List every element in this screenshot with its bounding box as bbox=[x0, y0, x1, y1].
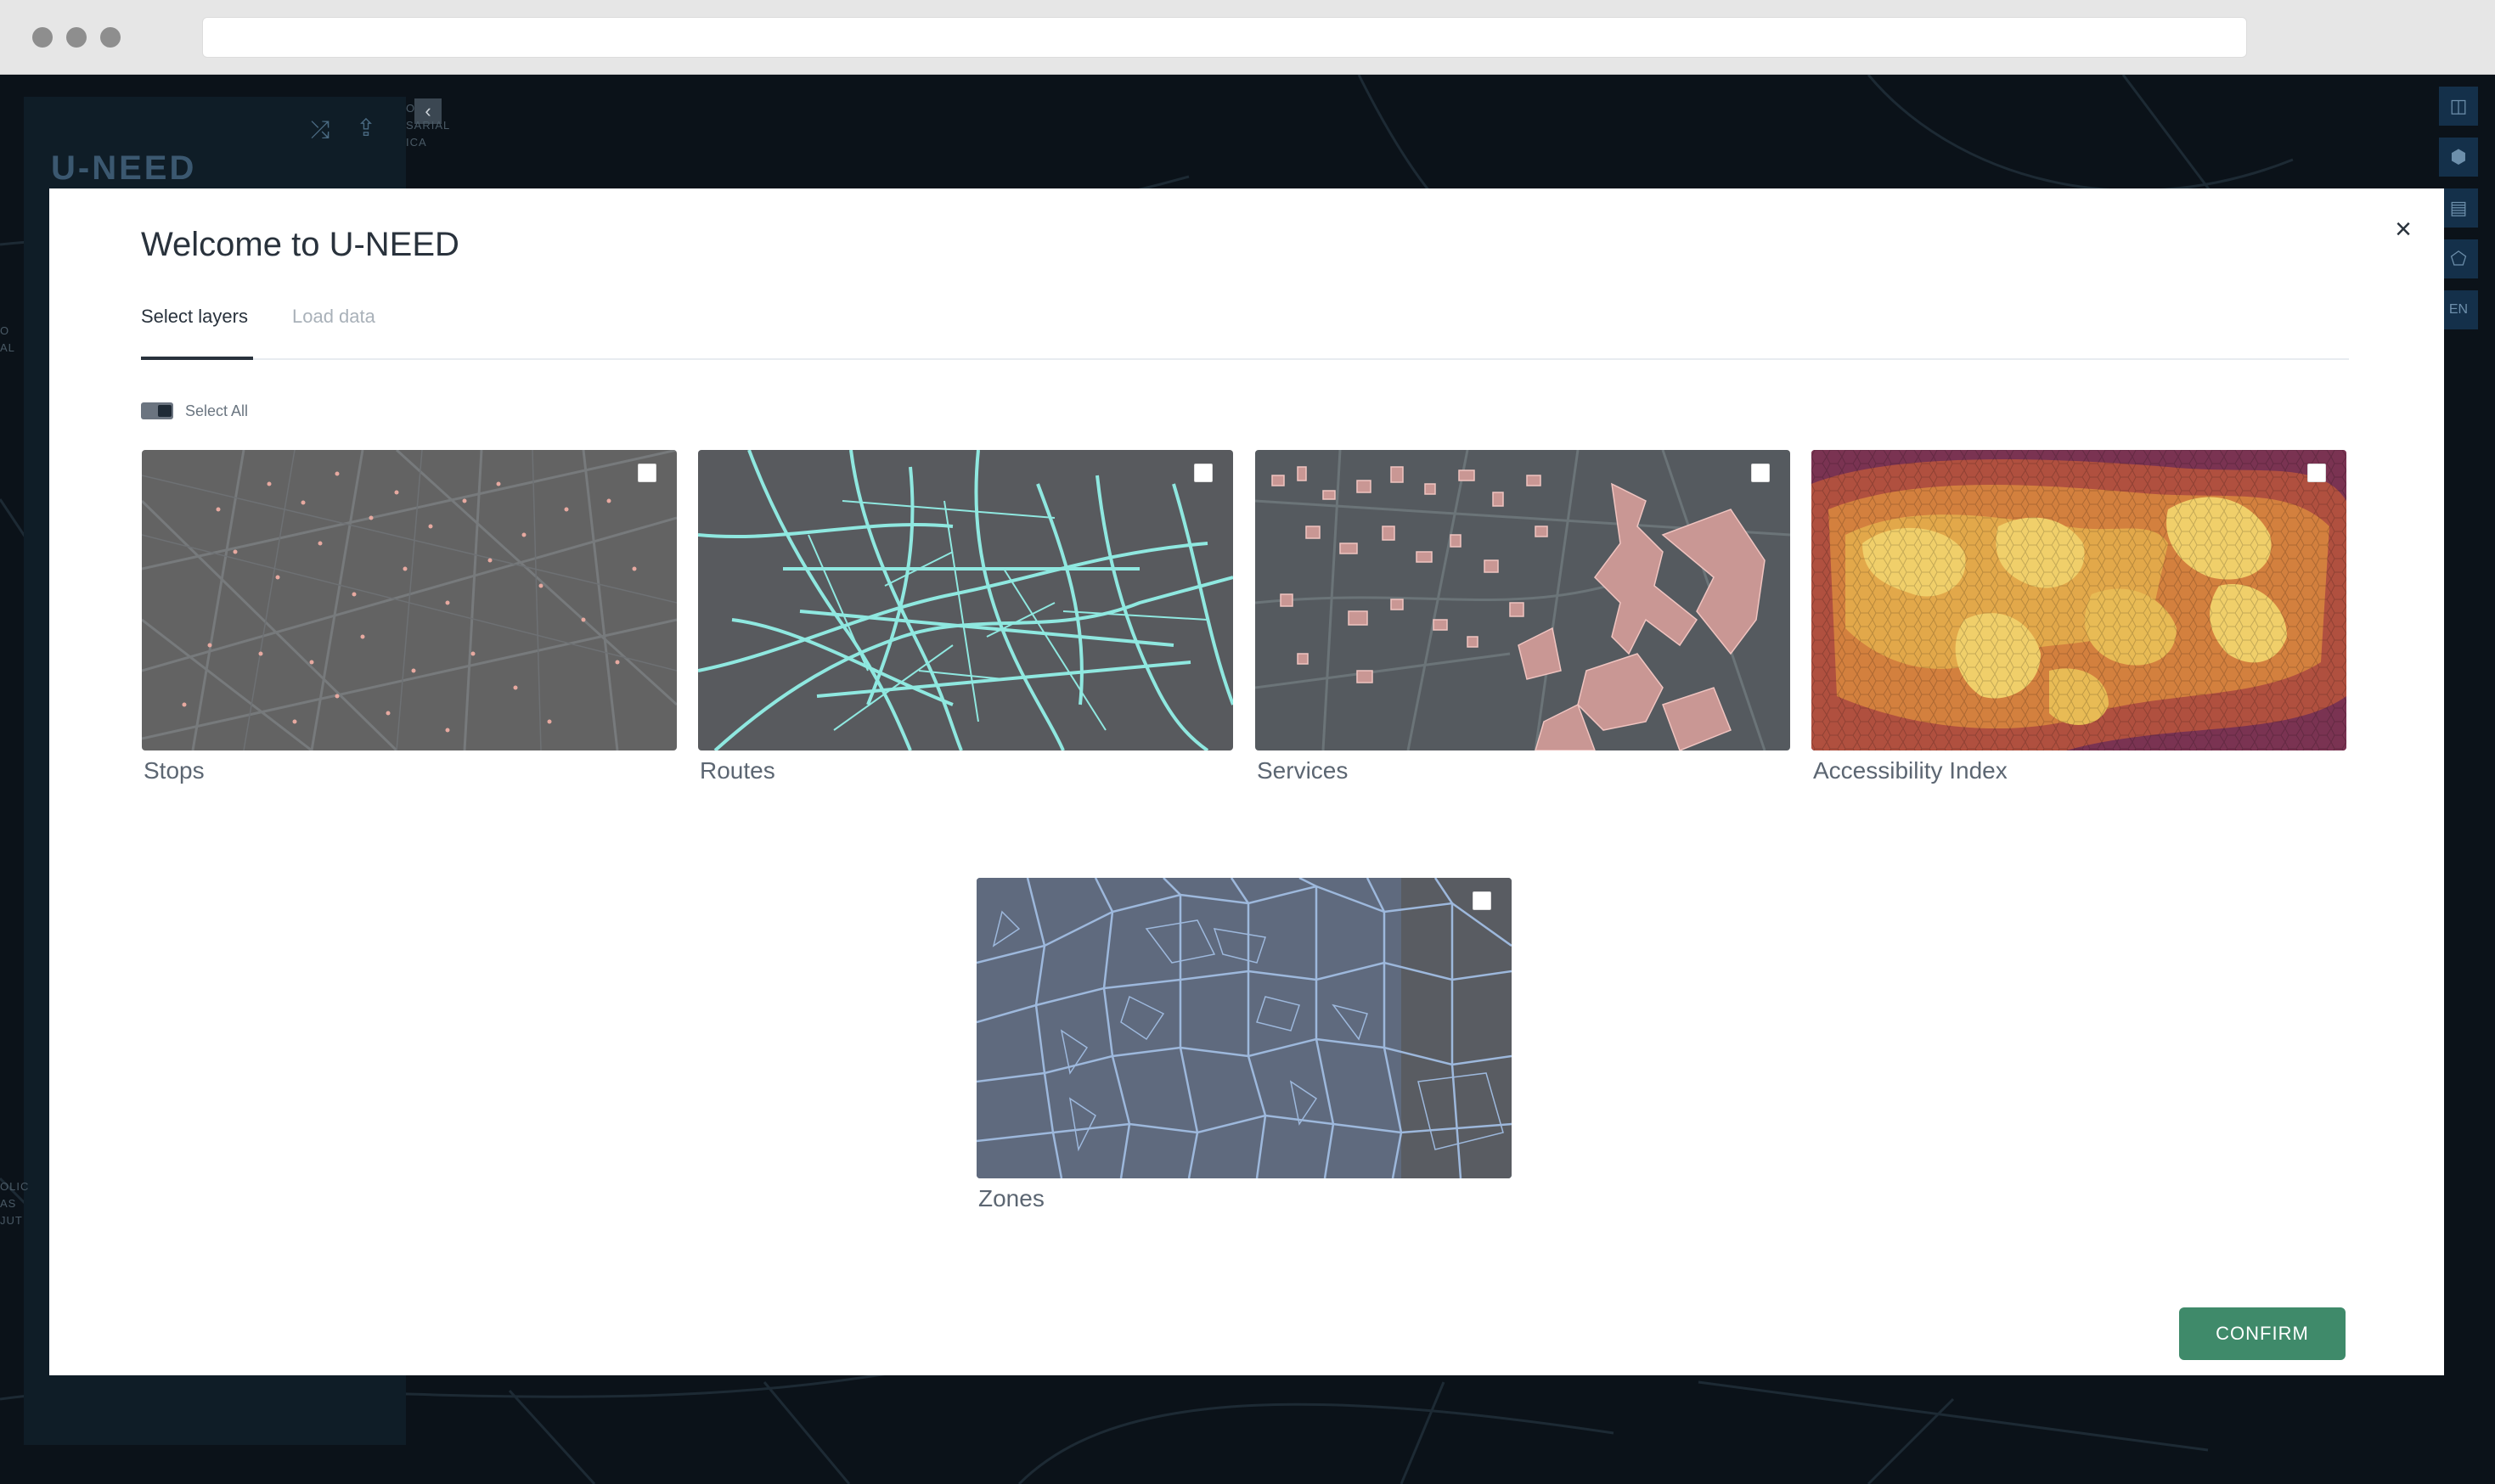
layer-card-stops[interactable] bbox=[142, 450, 677, 750]
accessibility-index-checkbox[interactable] bbox=[2307, 464, 2326, 482]
stops-thumbnail bbox=[142, 450, 677, 750]
layer-label-zones: Zones bbox=[978, 1185, 1045, 1211]
layer-label-services: Services bbox=[1257, 757, 1349, 784]
layer-card-routes[interactable] bbox=[698, 450, 1233, 750]
zones-checkbox[interactable] bbox=[1473, 891, 1491, 910]
address-bar[interactable] bbox=[202, 17, 2247, 58]
shuffle-icon[interactable]: ⤮ bbox=[307, 117, 333, 143]
browser-chrome bbox=[0, 0, 2495, 75]
close-icon[interactable]: × bbox=[2386, 212, 2420, 246]
welcome-modal: Welcome to U-NEED × Select layers Load d… bbox=[49, 188, 2444, 1375]
draw-polygon-icon[interactable]: ⬠ bbox=[2439, 239, 2478, 278]
window-minimize-dot[interactable] bbox=[66, 27, 87, 48]
map-place-label: O SARIAL ICA bbox=[406, 102, 451, 149]
layer-label-stops: Stops bbox=[144, 757, 205, 784]
share-icon[interactable]: ⇪ bbox=[353, 115, 379, 141]
routes-checkbox[interactable] bbox=[1194, 464, 1213, 482]
services-thumbnail bbox=[1255, 450, 1790, 750]
select-all-label: Select All bbox=[185, 402, 249, 419]
window-close-dot[interactable] bbox=[32, 27, 53, 48]
routes-thumbnail bbox=[698, 450, 1233, 750]
tab-select-layers[interactable]: Select layers bbox=[141, 306, 253, 360]
legend-icon[interactable]: ▤ bbox=[2439, 188, 2478, 228]
modal-tabs: Select layers Load data bbox=[141, 306, 2349, 360]
map-place-label: O AL bbox=[0, 324, 15, 354]
split-map-icon[interactable]: ◫ bbox=[2439, 87, 2478, 126]
window-maximize-dot[interactable] bbox=[100, 27, 121, 48]
app-logo: U-NEED bbox=[51, 149, 197, 187]
tab-load-data[interactable]: Load data bbox=[292, 306, 375, 360]
map-place-label: OLIC AS JUT bbox=[0, 1180, 30, 1227]
stops-checkbox[interactable] bbox=[638, 464, 656, 482]
layer-card-zones[interactable] bbox=[977, 878, 1512, 1178]
services-checkbox[interactable] bbox=[1751, 464, 1770, 482]
toggle-knob bbox=[158, 405, 172, 417]
language-button[interactable]: EN bbox=[2439, 290, 2478, 329]
services-polygons bbox=[1271, 466, 1766, 750]
layer-card-accessibility-index[interactable] bbox=[1811, 450, 2346, 750]
zones-thumbnail bbox=[977, 878, 1512, 1178]
layer-card-services[interactable] bbox=[1255, 450, 1790, 750]
layers-3d-icon[interactable]: ⬢ bbox=[2439, 138, 2478, 177]
layer-label-accessibility-index: Accessibility Index bbox=[1813, 757, 2008, 784]
accessibility-heatmap-thumbnail bbox=[1811, 450, 2346, 750]
modal-title: Welcome to U-NEED bbox=[141, 226, 459, 263]
layer-label-routes: Routes bbox=[700, 757, 775, 784]
toggle-switch[interactable] bbox=[141, 402, 173, 419]
confirm-button[interactable]: CONFIRM bbox=[2179, 1307, 2346, 1360]
